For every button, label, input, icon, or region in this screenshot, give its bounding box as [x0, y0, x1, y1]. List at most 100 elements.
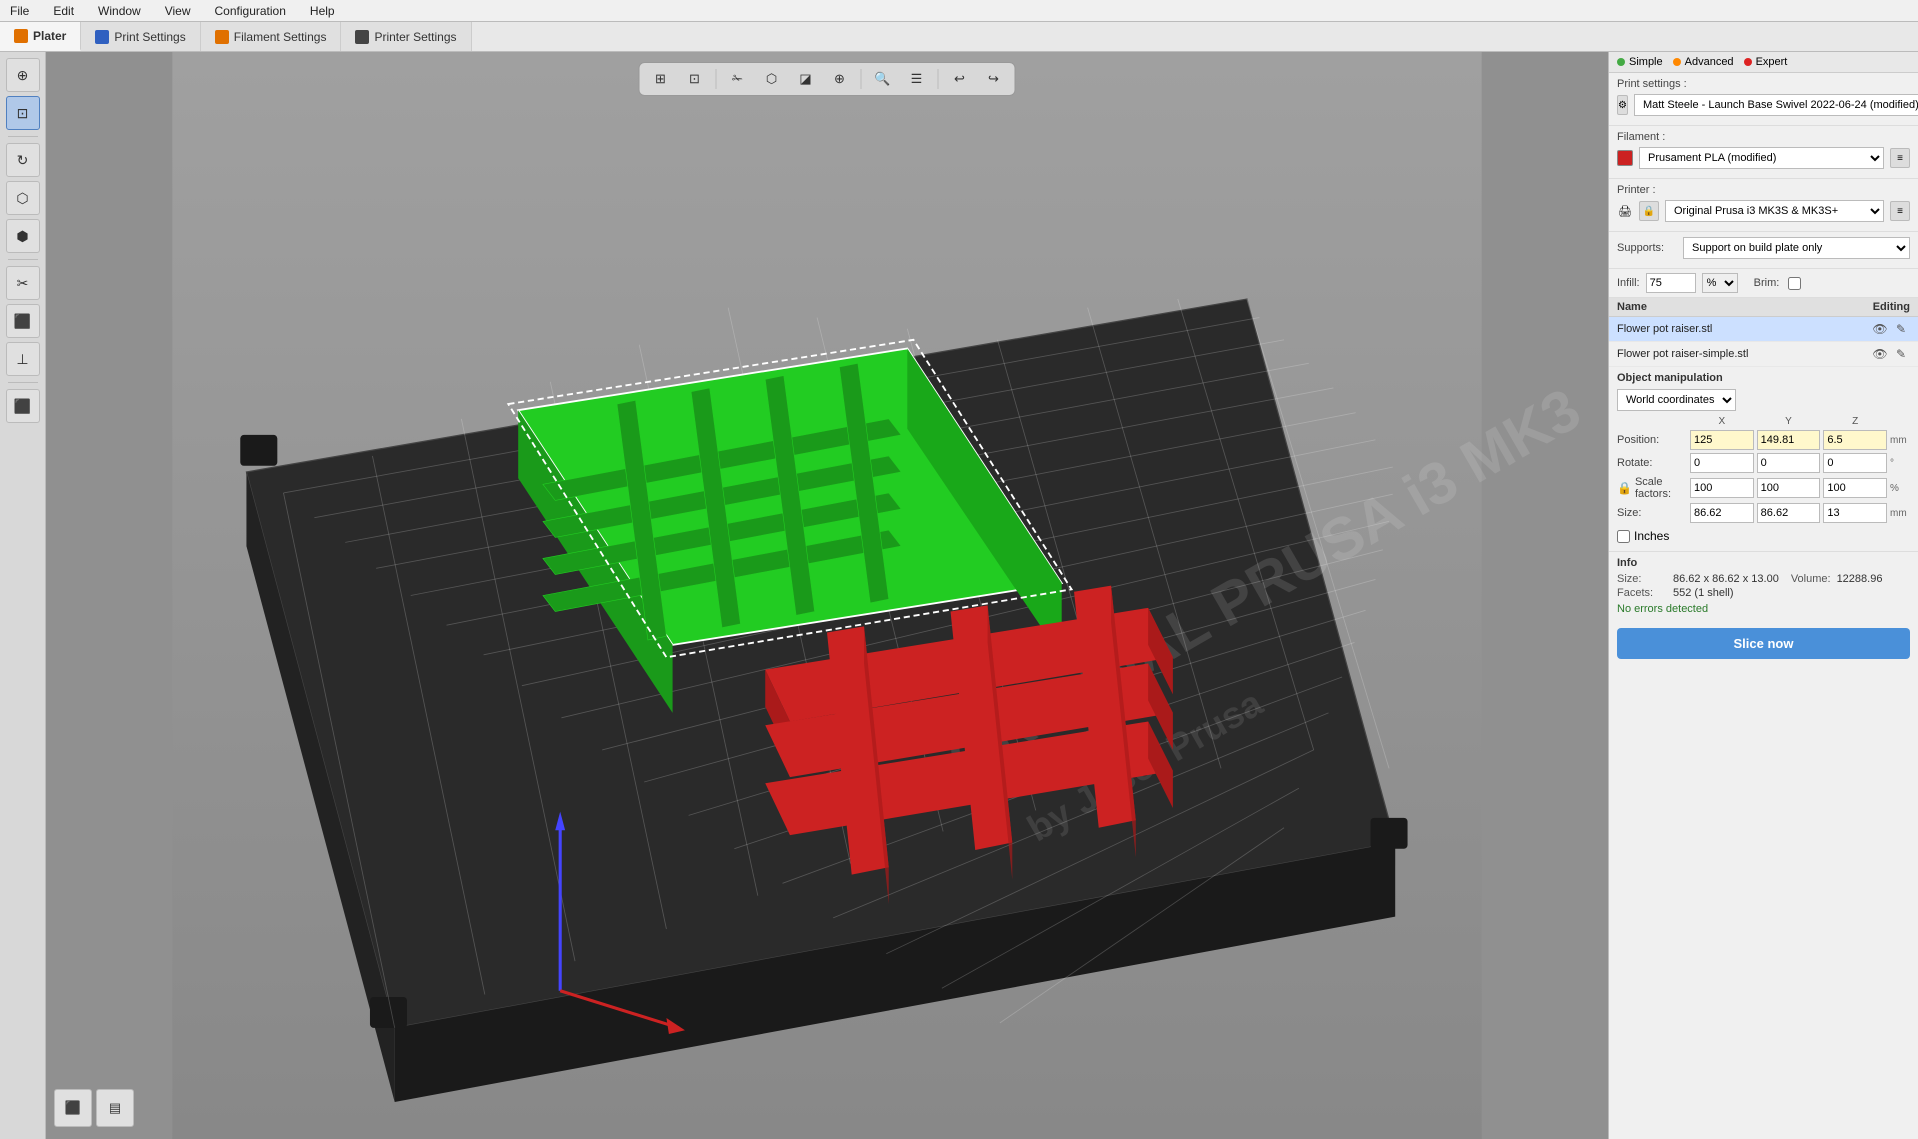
- scale-y[interactable]: [1757, 478, 1821, 498]
- print-settings-label: Print settings :: [1617, 78, 1687, 90]
- object-visible-1[interactable]: 👁: [1871, 345, 1889, 363]
- print-settings-row: Print settings :: [1617, 78, 1910, 90]
- menu-help[interactable]: Help: [304, 2, 341, 20]
- z-header: Z: [1823, 416, 1887, 427]
- advanced-label: Advanced: [1685, 56, 1734, 68]
- print-settings-select[interactable]: Matt Steele - Launch Base Swivel 2022-06…: [1634, 94, 1918, 116]
- 3d-view-button[interactable]: ⬛: [54, 1089, 92, 1127]
- right-panel: Simple Advanced Expert Print settings : …: [1608, 52, 1918, 1139]
- simple-label: Simple: [1629, 56, 1663, 68]
- position-z[interactable]: [1823, 430, 1887, 450]
- viewport[interactable]: ⊞ ⊡ ✁ ⬡ ◪ ⊕ 🔍 ☰ ↩ ↪: [46, 52, 1608, 1139]
- brim-checkbox[interactable]: [1788, 277, 1801, 290]
- infill-unit-select[interactable]: %: [1702, 273, 1738, 293]
- filament-label: Filament :: [1617, 131, 1677, 143]
- scale-tool[interactable]: ⬡: [6, 181, 40, 215]
- object-visible-0[interactable]: 👁: [1871, 320, 1889, 338]
- filament-edit-btn[interactable]: ≡: [1890, 148, 1910, 168]
- object-list: Name Editing Flower pot raiser.stl 👁 ✎ F…: [1609, 298, 1918, 367]
- position-y[interactable]: [1757, 430, 1821, 450]
- inches-checkbox[interactable]: [1617, 530, 1630, 543]
- tab-filament-settings-label: Filament Settings: [234, 30, 327, 44]
- supports-row: Supports: Support on build plate only: [1617, 237, 1910, 259]
- layered-view-button[interactable]: ▤: [96, 1089, 134, 1127]
- arrange-btn[interactable]: ⊞: [646, 66, 676, 92]
- search-btn[interactable]: 🔍: [868, 66, 898, 92]
- mode-simple[interactable]: Simple: [1617, 56, 1663, 68]
- paint-tool[interactable]: ⬛: [6, 304, 40, 338]
- split-object-btn[interactable]: ⬡: [757, 66, 787, 92]
- object-edit-0[interactable]: ✎: [1892, 320, 1910, 338]
- select-rect-btn[interactable]: ⊡: [680, 66, 710, 92]
- scale-x[interactable]: [1690, 478, 1754, 498]
- advanced-dot: [1673, 58, 1681, 66]
- manipulation-title: Object manipulation: [1617, 372, 1910, 384]
- position-unit: mm: [1890, 435, 1910, 446]
- toolbar-sep-1: [8, 136, 38, 137]
- menu-edit[interactable]: Edit: [47, 2, 80, 20]
- undo-btn[interactable]: ↩: [945, 66, 975, 92]
- slice-now-button[interactable]: Slice now: [1617, 628, 1910, 659]
- add-part-btn[interactable]: ⊕: [825, 66, 855, 92]
- scale-z[interactable]: [1823, 478, 1887, 498]
- printer-select-row: 🖨 🔒 Original Prusa i3 MK3S & MK3S+ ≡: [1617, 200, 1910, 222]
- y-header: Y: [1757, 416, 1821, 427]
- mode-expert[interactable]: Expert: [1744, 56, 1788, 68]
- place-tool[interactable]: ⬢: [6, 219, 40, 253]
- brim-label: Brim:: [1754, 277, 1780, 289]
- coord-mode-select[interactable]: World coordinates: [1617, 389, 1736, 411]
- tab-print-settings-label: Print Settings: [114, 30, 185, 44]
- cut-plane-btn[interactable]: ✁: [723, 66, 753, 92]
- printer-edit-btn[interactable]: ≡: [1890, 201, 1910, 221]
- info-size-row: Size: 86.62 x 86.62 x 13.00 Volume: 1228…: [1617, 573, 1910, 585]
- print-settings-icon-btn[interactable]: ⚙: [1617, 95, 1628, 115]
- infill-input[interactable]: [1646, 273, 1696, 293]
- 3d-view-btn[interactable]: ⬛: [6, 389, 40, 423]
- support-tool[interactable]: ⊥: [6, 342, 40, 376]
- infill-label: Infill:: [1617, 277, 1640, 289]
- size-z[interactable]: [1823, 503, 1887, 523]
- supports-label: Supports:: [1617, 242, 1677, 254]
- scale-lock-icon[interactable]: 🔒: [1617, 481, 1632, 495]
- rotate-z[interactable]: [1823, 453, 1887, 473]
- supports-select[interactable]: Support on build plate only: [1683, 237, 1910, 259]
- size-x[interactable]: [1690, 503, 1754, 523]
- object-row-0[interactable]: Flower pot raiser.stl 👁 ✎: [1609, 317, 1918, 342]
- object-edit-1[interactable]: ✎: [1892, 345, 1910, 363]
- x-header: X: [1690, 416, 1754, 427]
- rotate-y[interactable]: [1757, 453, 1821, 473]
- toolbar-sep-3: [8, 382, 38, 383]
- layers-btn[interactable]: ☰: [902, 66, 932, 92]
- select-tool[interactable]: ⊡: [6, 96, 40, 130]
- menu-file[interactable]: File: [4, 2, 35, 20]
- tab-plater[interactable]: Plater: [0, 22, 81, 51]
- tab-print-settings[interactable]: Print Settings: [81, 22, 200, 51]
- filament-select[interactable]: Prusament PLA (modified): [1639, 147, 1884, 169]
- redo-btn[interactable]: ↪: [979, 66, 1009, 92]
- tab-filament-settings[interactable]: Filament Settings: [201, 22, 342, 51]
- split-parts-btn[interactable]: ◪: [791, 66, 821, 92]
- tab-printer-settings[interactable]: Printer Settings: [341, 22, 471, 51]
- menu-configuration[interactable]: Configuration: [209, 2, 292, 20]
- move-tool[interactable]: ⊕: [6, 58, 40, 92]
- rotate-x[interactable]: [1690, 453, 1754, 473]
- print-settings-section: Print settings : ⚙ Matt Steele - Launch …: [1609, 73, 1918, 126]
- 3d-scene[interactable]: ORIGINAL PRUSA i3 MK3 by Josef Prusa: [46, 52, 1608, 1139]
- print-settings-select-row: ⚙ Matt Steele - Launch Base Swivel 2022-…: [1617, 94, 1910, 116]
- vt-sep-3: [938, 69, 939, 89]
- size-y[interactable]: [1757, 503, 1821, 523]
- printer-label-row: Printer :: [1617, 184, 1910, 196]
- info-volume-key: Volume:: [1791, 573, 1831, 585]
- rotate-tool[interactable]: ↻: [6, 143, 40, 177]
- cut-tool[interactable]: ✂: [6, 266, 40, 300]
- printer-lock-btn[interactable]: 🔒: [1639, 201, 1659, 221]
- printer-select[interactable]: Original Prusa i3 MK3S & MK3S+: [1665, 200, 1884, 222]
- filament-color-swatch[interactable]: [1617, 150, 1633, 166]
- position-x[interactable]: [1690, 430, 1754, 450]
- menu-view[interactable]: View: [159, 2, 197, 20]
- scale-unit: %: [1890, 483, 1910, 494]
- mode-advanced[interactable]: Advanced: [1673, 56, 1734, 68]
- menu-window[interactable]: Window: [92, 2, 147, 20]
- info-facets-value: 552 (1 shell): [1673, 587, 1734, 599]
- object-row-1[interactable]: Flower pot raiser-simple.stl 👁 ✎: [1609, 342, 1918, 367]
